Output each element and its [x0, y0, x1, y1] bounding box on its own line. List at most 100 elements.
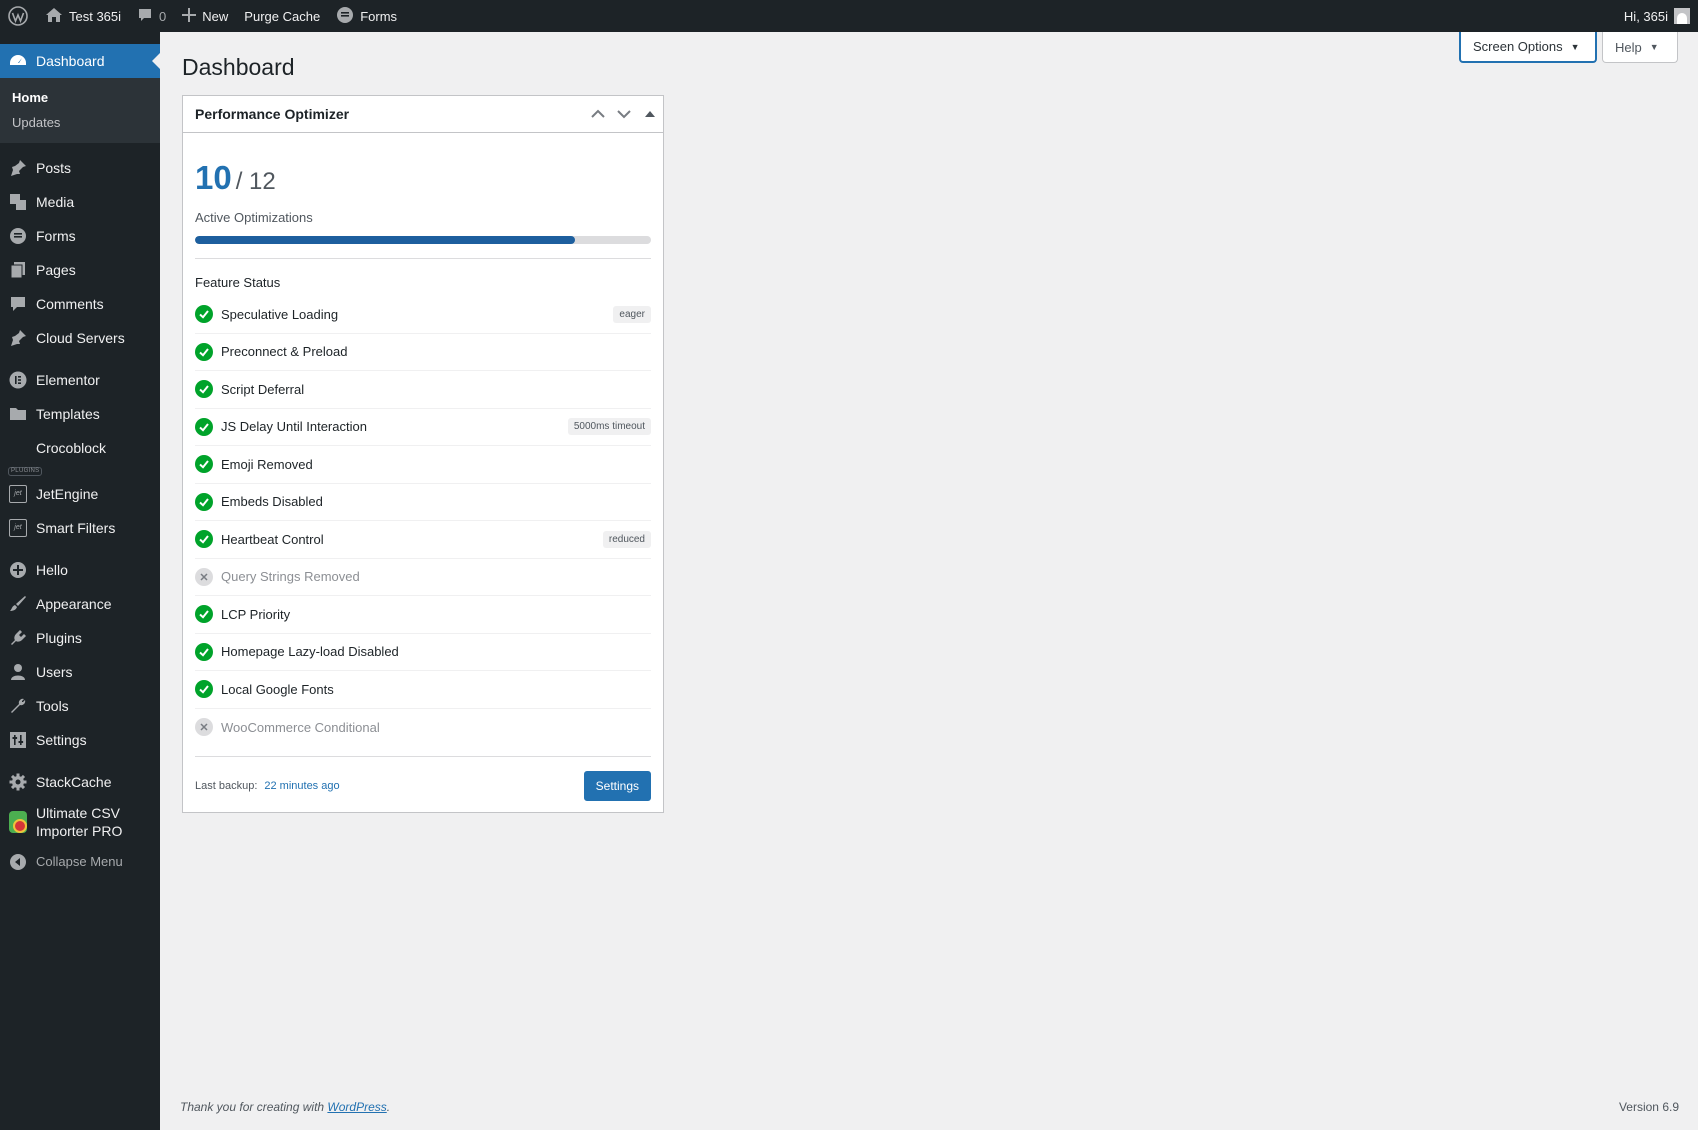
menu-comments[interactable]: Comments [0, 287, 160, 321]
feature-name: Homepage Lazy-load Disabled [221, 644, 399, 660]
user-icon [9, 663, 27, 681]
menu-pages-label: Pages [36, 261, 76, 278]
menu-settings[interactable]: Settings [0, 723, 160, 757]
menu-stackcache-label: StackCache [36, 773, 112, 790]
move-down-button[interactable] [611, 96, 637, 132]
feature-row: Script Deferral [195, 371, 651, 409]
purge-cache-link[interactable]: Purge Cache [236, 0, 328, 32]
plugins-section-tag: PLUGINS [0, 465, 160, 477]
menu-appearance[interactable]: Appearance [0, 587, 160, 621]
menu-templates[interactable]: Templates [0, 397, 160, 431]
divider [195, 258, 651, 259]
wrench-icon [9, 697, 27, 715]
forms-link[interactable]: Forms [328, 0, 405, 32]
total-count: / 12 [235, 168, 276, 195]
menu-tools[interactable]: Tools [0, 689, 160, 723]
settings-button[interactable]: Settings [583, 771, 651, 801]
active-optimizations-label: Active Optimizations [195, 210, 313, 225]
feature-list: Speculative Loading eager Preconnect & Pre… [195, 296, 651, 746]
menu-dashboard[interactable]: Dashboard [0, 44, 160, 78]
wordpress-logo-icon[interactable] [0, 0, 37, 32]
forms-label: Forms [360, 8, 398, 24]
media-icon [9, 193, 27, 211]
menu-jetengine-label: JetEngine [36, 485, 99, 502]
pages-icon [9, 261, 27, 279]
menu-forms[interactable]: Forms [0, 219, 160, 253]
new-content-link[interactable]: New [174, 0, 236, 32]
csv-importer-icon [9, 811, 27, 833]
greeting: Hi, 365i [1623, 8, 1668, 24]
wordpress-link[interactable]: WordPress [327, 1100, 386, 1114]
folder-icon [9, 405, 27, 423]
home-icon [45, 7, 63, 26]
triangle-up-icon [645, 111, 655, 117]
crocoblock-icon [9, 439, 27, 457]
menu-elementor-label: Elementor [36, 371, 100, 388]
feature-row: Local Google Fonts [195, 671, 651, 709]
menu-comments-label: Comments [36, 295, 104, 312]
jet-icon: jet [9, 519, 27, 537]
feature-name: Embeds Disabled [221, 494, 323, 510]
menu-posts[interactable]: Posts [0, 151, 160, 185]
feature-row: LCP Priority [195, 596, 651, 634]
chevron-down-icon [617, 110, 631, 119]
check-circle-icon [195, 530, 213, 549]
menu-media[interactable]: Media [0, 185, 160, 219]
feature-row: Preconnect & Preload [195, 334, 651, 371]
page-title: Dashboard [182, 54, 295, 80]
feature-name: Script Deferral [221, 381, 305, 397]
menu-ultimate-csv-label: Ultimate CSV Importer PRO [36, 804, 122, 840]
menu-hello[interactable]: Hello [0, 553, 160, 587]
widget-body: 10 / 12 Active Optimizations Feature Sta… [183, 133, 663, 812]
move-up-button[interactable] [585, 96, 611, 132]
menu-plugins[interactable]: Plugins [0, 621, 160, 655]
footer-thanks: Thank you for creating with WordPress. [180, 1100, 390, 1114]
csv-line1: Ultimate CSV [36, 804, 121, 821]
menu-media-label: Media [36, 193, 75, 210]
new-label: New [202, 8, 229, 24]
menu-stackcache[interactable]: StackCache [0, 765, 160, 799]
menu-cloud-servers-label: Cloud Servers [36, 329, 125, 346]
collapse-menu-button[interactable]: Collapse Menu [0, 845, 160, 879]
menu-jetengine[interactable]: jet JetEngine [0, 477, 160, 511]
toggle-panel-button[interactable] [637, 96, 663, 132]
menu-dashboard-label: Dashboard [36, 52, 105, 69]
main-content: Dashboard [182, 32, 1678, 81]
check-circle-icon [195, 492, 213, 511]
comments-link[interactable]: 0 [129, 0, 174, 32]
admin-footer: Thank you for creating with WordPress. V… [180, 1100, 1679, 1114]
feature-row: Homepage Lazy-load Disabled [195, 634, 651, 671]
paintbrush-icon [9, 595, 27, 613]
menu-hello-label: Hello [36, 561, 68, 578]
performance-optimizer-widget: Performance Optimizer 10 / 12 Active Opt… [182, 95, 664, 813]
feature-name: LCP Priority [221, 606, 291, 622]
menu-pages[interactable]: Pages [0, 253, 160, 287]
last-backup-time-link[interactable]: 22 minutes ago [264, 780, 339, 792]
settings-sliders-icon [9, 731, 27, 749]
check-circle-icon [195, 605, 213, 624]
menu-cloud-servers[interactable]: Cloud Servers [0, 321, 160, 355]
menu-smart-filters-label: Smart Filters [36, 519, 116, 536]
menu-smart-filters[interactable]: jet Smart Filters [0, 511, 160, 545]
my-account-link[interactable]: Hi, 365i [1616, 0, 1698, 32]
submenu-home[interactable]: Home [0, 85, 160, 110]
comment-bubble-icon [137, 7, 153, 26]
menu-elementor[interactable]: Elementor [0, 363, 160, 397]
avatar [1674, 8, 1690, 24]
site-name-link[interactable]: Test 365i [37, 0, 129, 32]
admin-menu: Dashboard Home Updates Posts Media Forms… [0, 32, 160, 1130]
jet-icon: jet [9, 485, 27, 503]
pin-icon [9, 159, 27, 177]
footer-thanks-suffix: . [386, 1100, 391, 1114]
menu-users[interactable]: Users [0, 655, 160, 689]
forms-icon [336, 6, 354, 27]
widget-title: Performance Optimizer [195, 106, 350, 122]
menu-appearance-label: Appearance [36, 595, 112, 612]
collapse-arrow-icon [9, 853, 27, 871]
x-circle-icon [195, 718, 213, 737]
optimization-score: 10 / 12 [195, 161, 651, 196]
menu-crocoblock[interactable]: Crocoblock [0, 431, 160, 465]
menu-ultimate-csv[interactable]: Ultimate CSV Importer PRO [0, 799, 160, 845]
x-circle-icon [195, 567, 213, 586]
submenu-updates[interactable]: Updates [0, 110, 160, 135]
